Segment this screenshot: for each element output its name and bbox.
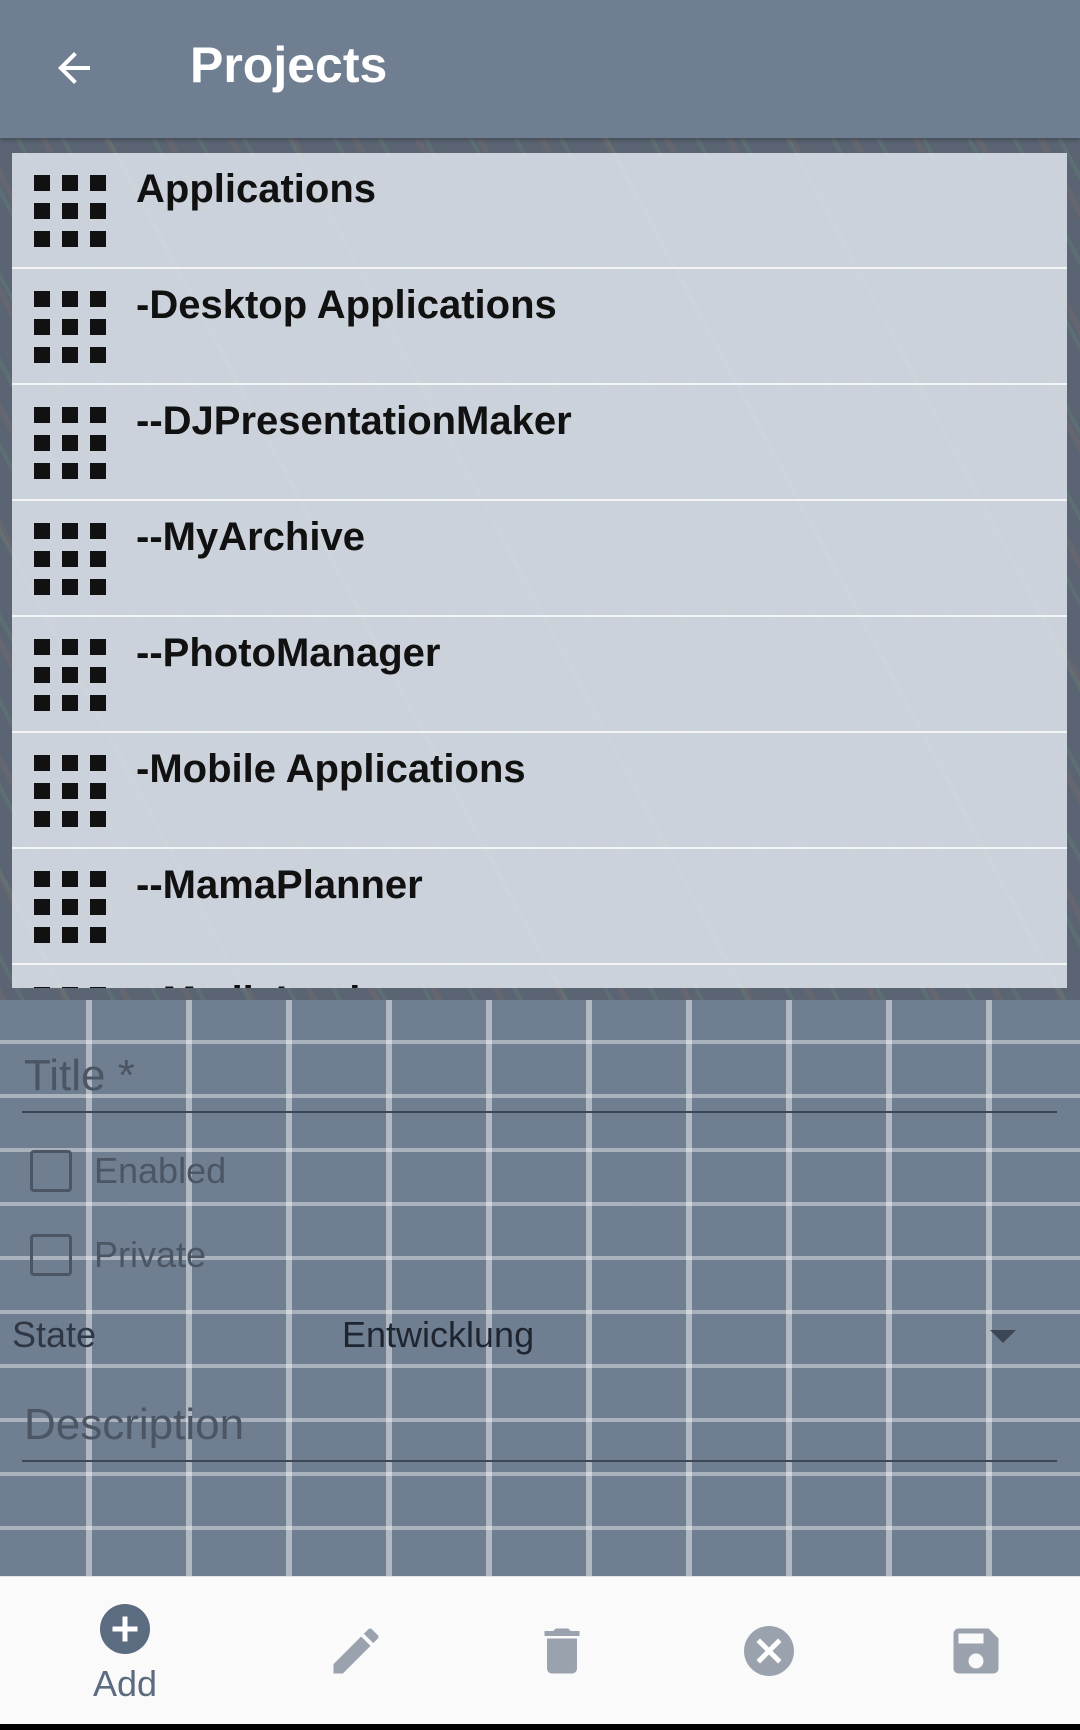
- list-item-label: --MediaLooker: [136, 979, 409, 988]
- enabled-checkbox[interactable]: [30, 1150, 72, 1192]
- edit-button[interactable]: [286, 1577, 426, 1725]
- grid-icon: [34, 291, 106, 363]
- back-button[interactable]: [38, 32, 110, 104]
- description-input[interactable]: Description: [22, 1392, 1057, 1462]
- grid-icon: [34, 639, 106, 711]
- cancel-icon: [744, 1626, 794, 1676]
- list-item[interactable]: --MamaPlanner: [12, 849, 1067, 965]
- list-item[interactable]: -Desktop Applications: [12, 269, 1067, 385]
- add-circle-icon: [100, 1604, 150, 1654]
- grid-icon: [34, 755, 106, 827]
- arrow-back-icon: [58, 52, 90, 84]
- state-dropdown[interactable]: Entwicklung: [340, 1300, 1040, 1370]
- list-item-label: -Desktop Applications: [136, 283, 557, 327]
- grid-icon: [34, 407, 106, 479]
- title-input[interactable]: Title *: [22, 1043, 1057, 1113]
- list-item[interactable]: --MyArchive: [12, 501, 1067, 617]
- dropdown-arrow-icon: [990, 1330, 1016, 1343]
- list-item[interactable]: -Mobile Applications: [12, 733, 1067, 849]
- save-button[interactable]: [906, 1577, 1046, 1725]
- grid-icon: [34, 175, 106, 247]
- state-selected-value: Entwicklung: [342, 1314, 535, 1355]
- cancel-button[interactable]: [699, 1577, 839, 1725]
- private-checkbox-row[interactable]: Private: [30, 1234, 206, 1276]
- page-title: Projects: [190, 37, 388, 93]
- enabled-label: Enabled: [94, 1150, 227, 1191]
- grid-icon: [34, 523, 106, 595]
- enabled-checkbox-row[interactable]: Enabled: [30, 1150, 226, 1192]
- list-item-label: --DJPresentationMaker: [136, 399, 572, 443]
- delete-icon: [544, 1628, 580, 1674]
- list-item-label: --MyArchive: [136, 515, 365, 559]
- bottom-toolbar: Add: [0, 1576, 1080, 1725]
- private-checkbox[interactable]: [30, 1234, 72, 1276]
- grid-icon: [34, 871, 106, 943]
- list-item[interactable]: --MediaLooker: [12, 965, 1067, 988]
- list-item[interactable]: Applications: [12, 153, 1067, 269]
- private-label: Private: [94, 1234, 207, 1275]
- delete-button[interactable]: [492, 1577, 632, 1725]
- grid-icon: [34, 987, 106, 988]
- list-item[interactable]: --DJPresentationMaker: [12, 385, 1067, 501]
- save-icon: [953, 1628, 999, 1674]
- state-label: State: [12, 1314, 97, 1355]
- add-button[interactable]: Add: [55, 1577, 195, 1725]
- list-item[interactable]: --PhotoManager: [12, 617, 1067, 733]
- list-item-label: -Mobile Applications: [136, 747, 526, 791]
- add-label: Add: [92, 1663, 158, 1704]
- edit-icon: [333, 1628, 379, 1674]
- project-list[interactable]: Applications -Desktop Applications --DJP…: [12, 153, 1067, 988]
- description-placeholder: Description: [24, 1400, 245, 1449]
- title-placeholder: Title *: [24, 1051, 135, 1100]
- navigation-bar-edge: [0, 1724, 1080, 1730]
- list-item-label: --PhotoManager: [136, 631, 441, 675]
- list-item-label: Applications: [136, 167, 377, 211]
- list-item-label: --MamaPlanner: [136, 863, 423, 907]
- app-bar: Projects: [0, 0, 1080, 138]
